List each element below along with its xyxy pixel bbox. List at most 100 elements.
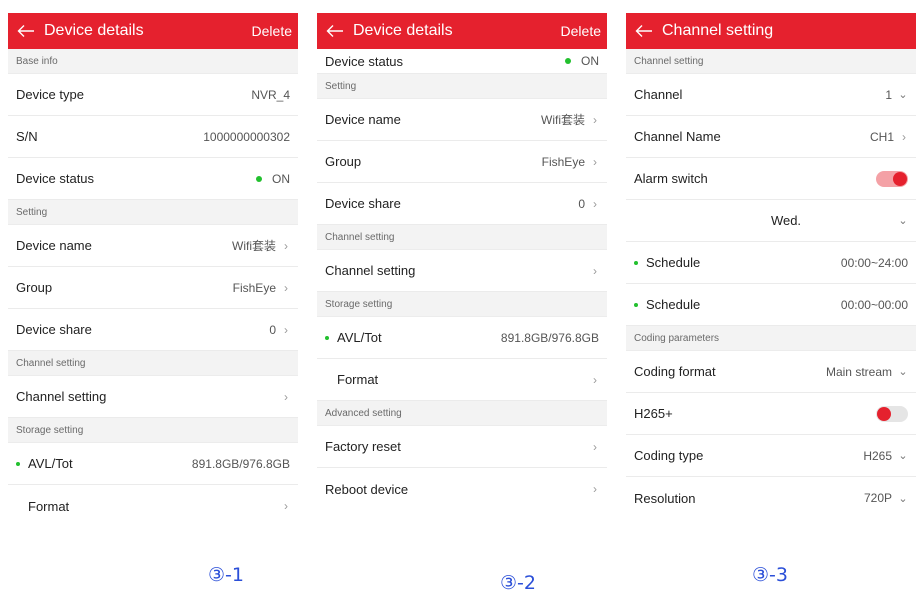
schedule-label: Schedule xyxy=(646,255,701,270)
device-share-value-wrap: 0 › xyxy=(269,323,290,337)
chevron-down-icon: ⌄ xyxy=(898,89,908,101)
format-row[interactable]: Format › xyxy=(8,485,298,527)
factory-reset-row[interactable]: Factory reset › xyxy=(317,426,607,468)
chevron-right-icon: › xyxy=(593,372,597,387)
chevron-right-icon: › xyxy=(593,482,597,496)
group-row[interactable]: Group FishEye › xyxy=(317,141,607,183)
chevron-right-icon: › xyxy=(284,389,288,404)
chevron-right-icon: › xyxy=(593,112,597,127)
chevron-right-icon: › xyxy=(593,263,597,278)
factory-reset-label: Factory reset xyxy=(325,439,401,454)
h265plus-row: H265+ xyxy=(626,393,916,435)
channel-value: 1 xyxy=(885,87,892,102)
section-header-storage-setting: Storage setting xyxy=(317,292,607,317)
schedule-row[interactable]: Schedule 00:00~00:00 xyxy=(626,284,916,326)
coding-type-value: H265 xyxy=(863,448,892,463)
coding-format-label: Coding format xyxy=(634,364,716,379)
schedule-label: Schedule xyxy=(646,297,701,312)
group-value-wrap: FishEye › xyxy=(233,281,290,295)
back-button[interactable] xyxy=(12,13,40,49)
device-name-row[interactable]: Device name Wifi套装 › xyxy=(317,99,607,141)
channel-setting-row[interactable]: Channel setting › xyxy=(317,250,607,292)
section-header-coding-parameters: Coding parameters xyxy=(626,326,916,351)
schedule-label-wrap: Schedule xyxy=(634,255,841,270)
group-label: Group xyxy=(325,154,362,169)
group-value: FishEye xyxy=(541,154,585,169)
channel-name-row[interactable]: Channel Name CH1 › xyxy=(626,116,916,158)
channel-name-value: CH1 xyxy=(869,129,894,144)
device-share-value: 0 xyxy=(578,196,585,211)
device-name-row[interactable]: Device name Wifi套装 › xyxy=(8,225,298,267)
section-header-channel-setting: Channel setting xyxy=(626,49,916,74)
chevron-right-icon: › xyxy=(284,499,288,513)
back-button[interactable] xyxy=(630,13,658,49)
reboot-device-label: Reboot device xyxy=(325,481,409,497)
chevron-right-icon: › xyxy=(593,154,597,169)
caption-screen-3: ③-3 xyxy=(752,564,788,586)
bullet-icon xyxy=(634,260,638,265)
alarm-switch-toggle[interactable] xyxy=(876,170,908,187)
channel-row[interactable]: Channel 1 ⌄ xyxy=(626,74,916,116)
device-share-row[interactable]: Device share 0 › xyxy=(8,309,298,351)
device-name-label: Device name xyxy=(325,112,401,127)
channel-setting-label: Channel setting xyxy=(16,389,107,404)
page-title: Device details xyxy=(44,22,144,39)
page-title: Channel setting xyxy=(662,22,774,39)
back-button[interactable] xyxy=(321,13,349,49)
device-status-value: ON xyxy=(581,54,599,68)
schedule-value: 00:00~00:00 xyxy=(840,297,908,312)
alarm-switch-label: Alarm switch xyxy=(634,171,708,186)
coding-type-label: Coding type xyxy=(634,448,704,463)
day-picker-row[interactable]: Wed. ⌄ xyxy=(626,200,916,242)
chevron-down-icon: ⌄ xyxy=(898,492,908,505)
device-status-label: Device status xyxy=(16,171,95,186)
format-row[interactable]: Format › xyxy=(317,359,607,401)
group-value-wrap: FishEye › xyxy=(542,155,599,169)
channel-name-value-wrap: CH1 › xyxy=(870,130,908,144)
factory-reset-value-wrap: › xyxy=(585,440,599,454)
device-share-value: 0 xyxy=(269,322,276,337)
device-status-row: Device status ON xyxy=(317,49,607,74)
group-label: Group xyxy=(16,280,53,295)
day-value: Wed. xyxy=(770,213,802,228)
avl-tot-label: AVL/Tot xyxy=(337,330,382,345)
resolution-row[interactable]: Resolution 720P ⌄ xyxy=(626,477,916,519)
device-status-value-wrap: ON xyxy=(256,172,290,186)
arrow-left-icon xyxy=(326,25,343,37)
device-share-value-wrap: 0 › xyxy=(578,197,599,211)
coding-format-row[interactable]: Coding format Main stream ⌄ xyxy=(626,351,916,393)
device-share-label: Device share xyxy=(16,322,92,337)
device-type-value: NVR_4 xyxy=(251,87,290,102)
reboot-device-value-wrap: › xyxy=(585,482,599,496)
h265plus-label: H265+ xyxy=(634,406,673,421)
device-share-row[interactable]: Device share 0 › xyxy=(317,183,607,225)
chevron-right-icon: › xyxy=(902,129,906,144)
sn-row: S/N 1000000000302 xyxy=(8,116,298,158)
h265plus-toggle[interactable] xyxy=(876,405,908,422)
delete-button[interactable]: Delete xyxy=(559,23,603,39)
group-row[interactable]: Group FishEye › xyxy=(8,267,298,309)
section-header-setting: Setting xyxy=(8,200,298,225)
device-status-value: ON xyxy=(272,171,290,186)
device-status-value-wrap: ON xyxy=(565,54,599,68)
sn-label: S/N xyxy=(16,129,38,144)
schedule-row[interactable]: Schedule 00:00~24:00 xyxy=(626,242,916,284)
channel-setting-row[interactable]: Channel setting › xyxy=(8,376,298,418)
chevron-right-icon: › xyxy=(593,439,597,454)
reboot-device-row[interactable]: Reboot device › xyxy=(317,468,607,510)
schedule-label-wrap: Schedule xyxy=(634,297,841,312)
screen-channel-setting: Channel setting Channel setting Channel … xyxy=(626,13,916,539)
channel-label: Channel xyxy=(634,87,683,102)
delete-button[interactable]: Delete xyxy=(250,23,294,39)
chevron-right-icon: › xyxy=(284,238,288,253)
arrow-left-icon xyxy=(17,25,34,37)
chevron-right-icon: › xyxy=(593,196,597,211)
app-bar: Device details Delete xyxy=(317,13,607,49)
page-title: Device details xyxy=(353,22,453,39)
group-value: FishEye xyxy=(232,280,276,295)
coding-type-row[interactable]: Coding type H265 ⌄ xyxy=(626,435,916,477)
channel-setting-value-wrap: › xyxy=(585,264,599,278)
avl-tot-label-wrap: AVL/Tot xyxy=(325,330,501,345)
device-type-row: Device type NVR_4 xyxy=(8,74,298,116)
section-header-base-info: Base info xyxy=(8,49,298,74)
